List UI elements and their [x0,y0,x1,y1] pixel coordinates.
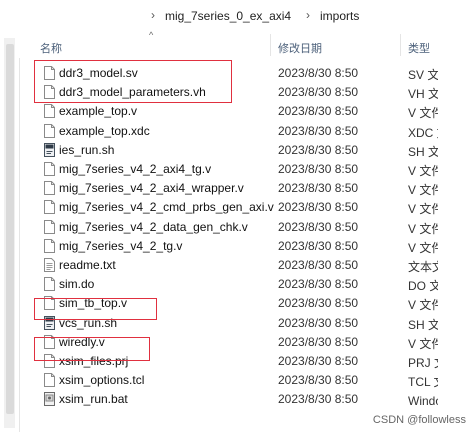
file-modified-date: 2023/8/30 8:50 [278,392,359,406]
chevron-right-icon: › [306,8,310,22]
doc-icon [44,162,55,176]
file-type: TCL 文件 [408,375,438,389]
file-type: V 文件 [408,298,438,312]
file-type: V 文件 [408,222,438,236]
column-divider[interactable] [400,34,401,56]
file-name[interactable]: xsim_options.tcl [59,373,144,387]
file-row[interactable]: mig_7series_v4_2_axi4_tg.v 2023/8/30 8:50… [19,159,474,180]
script-icon [44,143,55,157]
highlight-box [34,298,157,320]
file-modified-date: 2023/8/30 8:50 [278,354,359,368]
file-modified-date: 2023/8/30 8:50 [278,239,359,253]
doc-icon [44,200,55,214]
file-modified-date: 2023/8/30 8:50 [278,258,359,272]
column-date-header[interactable]: 修改日期 [278,40,322,56]
file-type: 文本文档 [408,260,438,274]
nav-scrollbar-thumb[interactable] [6,44,14,414]
file-modified-date: 2023/8/30 8:50 [278,373,359,387]
file-name[interactable]: mig_7series_v4_2_axi4_wrapper.v [59,181,244,195]
file-modified-date: 2023/8/30 8:50 [278,66,359,80]
column-divider[interactable] [270,34,271,56]
file-row[interactable]: xsim_run.bat 2023/8/30 8:50 Windows 批处理文件 [19,389,474,410]
file-type: SH 文件 [408,318,438,332]
doc-icon [44,277,55,291]
file-modified-date: 2023/8/30 8:50 [278,124,359,138]
file-row[interactable]: mig_7series_v4_2_axi4_wrapper.v 2023/8/30… [19,178,474,199]
file-row[interactable]: mig_7series_v4_2_data_gen_chk.v 2023/8/30… [19,217,474,238]
file-name[interactable]: sim.do [59,277,94,291]
file-modified-date: 2023/8/30 8:50 [278,316,359,330]
breadcrumb-parent[interactable]: mig_7series_0_ex_axi4 [165,9,291,23]
breadcrumb-current[interactable]: imports [320,9,359,23]
column-type-header[interactable]: 类型 [408,40,438,56]
file-type: V 文件 [408,106,438,120]
chevron-right-icon: › [151,8,155,22]
file-name[interactable]: mig_7series_v4_2_data_gen_chk.v [59,220,248,234]
file-name[interactable]: readme.txt [59,258,116,272]
file-modified-date: 2023/8/30 8:50 [278,277,359,291]
file-modified-date: 2023/8/30 8:50 [278,143,359,157]
file-modified-date: 2023/8/30 8:50 [278,162,359,176]
highlight-box [34,60,232,103]
file-type: SV 文件 [408,68,438,82]
file-type: DO 文件 [408,279,438,293]
file-modified-date: 2023/8/30 8:50 [278,220,359,234]
file-name[interactable]: mig_7series_v4_2_tg.v [59,239,182,253]
watermark-text: CSDN @followless [372,414,466,426]
file-modified-date: 2023/8/30 8:50 [278,200,359,214]
highlight-box [34,337,150,361]
file-name[interactable]: mig_7series_v4_2_cmd_prbs_gen_axi.v [59,200,274,214]
doc-icon [44,124,55,138]
file-type: VH 文件 [408,87,438,101]
doc-icon [44,181,55,195]
file-type: V 文件 [408,183,438,197]
file-row[interactable]: example_top.v 2023/8/30 8:50 V 文件 [19,101,474,122]
doc-icon [44,239,55,253]
file-name[interactable]: mig_7series_v4_2_axi4_tg.v [59,162,211,176]
file-row[interactable]: sim.do 2023/8/30 8:50 DO 文件 [19,274,474,295]
bat-icon [44,392,55,406]
file-type: V 文件 [408,241,438,255]
file-modified-date: 2023/8/30 8:50 [278,85,359,99]
file-name[interactable]: example_top.v [59,104,137,118]
file-modified-date: 2023/8/30 8:50 [278,296,359,310]
address-bar[interactable]: › mig_7series_0_ex_axi4 › imports [19,0,474,33]
doc-icon [44,104,55,118]
doc-icon [44,220,55,234]
sort-ascending-icon: ^ [149,30,154,40]
file-type: Windows 批处理文件 [408,394,438,408]
file-row[interactable]: example_top.xdc 2023/8/30 8:50 XDC 文件 [19,121,474,142]
file-type: V 文件 [408,164,438,178]
file-type: SH 文件 [408,145,438,159]
column-header: 名称 修改日期 类型 [19,32,474,58]
file-type: PRJ 文件 [408,356,438,370]
file-row[interactable]: readme.txt 2023/8/30 8:50 文本文档 [19,255,474,276]
file-name[interactable]: example_top.xdc [59,124,150,138]
file-row[interactable]: xsim_options.tcl 2023/8/30 8:50 TCL 文件 [19,370,474,391]
file-row[interactable]: mig_7series_v4_2_tg.v 2023/8/30 8:50 V 文件 [19,236,474,257]
file-type: V 文件 [408,202,438,216]
file-modified-date: 2023/8/30 8:50 [278,335,359,349]
file-modified-date: 2023/8/30 8:50 [278,181,359,195]
file-type: XDC 文件 [408,126,438,140]
file-type: V 文件 [408,337,438,351]
file-name[interactable]: xsim_run.bat [59,392,128,406]
file-name[interactable]: ies_run.sh [59,143,114,157]
doc-icon [44,373,55,387]
column-name-header[interactable]: 名称 [40,40,62,56]
file-row[interactable]: ies_run.sh 2023/8/30 8:50 SH 文件 [19,140,474,161]
file-modified-date: 2023/8/30 8:50 [278,104,359,118]
text-icon [44,258,55,272]
file-row[interactable]: mig_7series_v4_2_cmd_prbs_gen_axi.v 2023/… [19,197,474,218]
